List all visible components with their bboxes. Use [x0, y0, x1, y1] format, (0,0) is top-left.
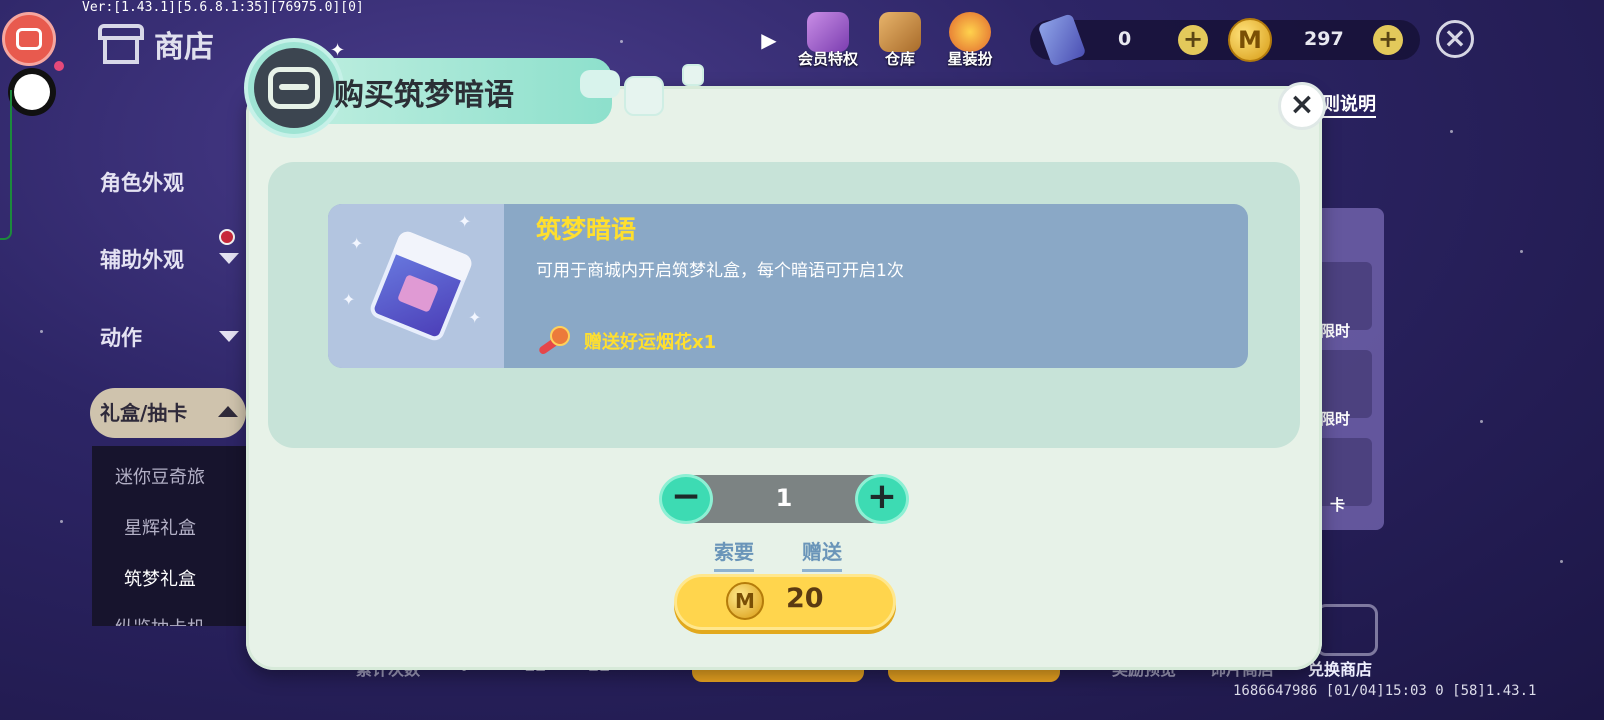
ticket-count: 0: [1118, 28, 1132, 50]
decrease-quantity-button[interactable]: −: [659, 474, 713, 524]
dream-whisper-ticket-icon: [367, 228, 475, 344]
decorative-block: [624, 76, 664, 116]
sparkle-icon: ✦: [468, 308, 482, 327]
rules-link[interactable]: 则说明: [1322, 90, 1376, 118]
exchange-shop-link[interactable]: 兑换商店: [1308, 656, 1372, 680]
shop-header: 商店: [98, 22, 214, 66]
bg-star: [60, 520, 63, 523]
item-card: ✦ ✦ ✦ ✦: [328, 204, 1248, 368]
item-thumbnail: ✦ ✦ ✦ ✦: [328, 204, 504, 368]
submenu-item[interactable]: 迷你豆奇旅: [115, 463, 205, 489]
version-text: Ver:[1.43.1][5.6.8.1:35][76975.0][0]: [82, 0, 364, 15]
bg-star: [1520, 250, 1523, 253]
draw-once-button[interactable]: [692, 668, 864, 682]
bg-star: [620, 40, 623, 43]
submenu-item[interactable]: 星辉礼盒: [124, 514, 196, 540]
add-coin-button[interactable]: +: [1373, 25, 1403, 55]
bg-star: [1450, 130, 1453, 133]
floating-assist-ball[interactable]: [14, 74, 50, 110]
reward-tile-label: 限时: [1320, 322, 1351, 340]
build-info-text: 1686647986 [01/04]15:03 0 [58]1.43.1: [1233, 683, 1537, 699]
dialog-title: 购买筑梦暗语: [334, 78, 514, 113]
shop-title: 商店: [154, 30, 214, 65]
reward-tile-label: 限时: [1320, 410, 1351, 428]
quantity-value[interactable]: 1: [760, 484, 808, 512]
menu-aux-appearance[interactable]: 辅助外观: [100, 244, 184, 274]
item-description: 可用于商城内开启筑梦礼盒，每个暗语可开启1次: [536, 261, 904, 281]
item-name: 筑梦暗语: [536, 215, 637, 244]
sparkle-icon: ✦: [330, 40, 346, 61]
menu-character-appearance[interactable]: 角色外观: [100, 167, 184, 197]
mascot-face-icon: [254, 48, 334, 128]
warehouse-label: 仓库: [884, 50, 915, 68]
warehouse-chest-icon: [879, 12, 921, 52]
gift-tab[interactable]: 赠送: [802, 536, 842, 572]
menu-actions[interactable]: 动作: [100, 322, 142, 352]
sparkle-icon: ✦: [350, 234, 364, 253]
currency-bar: [1030, 20, 1420, 60]
request-tab[interactable]: 索要: [714, 536, 754, 572]
play-arrow-icon[interactable]: ▶: [752, 22, 786, 58]
reward-tile-label: 卡: [1330, 496, 1346, 514]
star-outfit-button[interactable]: 星装扮: [930, 12, 1010, 69]
bg-star: [1480, 420, 1483, 423]
increase-quantity-button[interactable]: +: [855, 474, 909, 524]
vip-privilege-button[interactable]: 会员特权: [788, 12, 868, 69]
coin-count: 297: [1304, 28, 1344, 50]
chevron-down-icon: [219, 253, 239, 264]
firework-icon: [536, 326, 570, 356]
dialog-close-button[interactable]: ×: [1278, 82, 1326, 130]
dialog-avatar-badge: [244, 38, 344, 138]
shop-close-button[interactable]: ×: [1436, 20, 1474, 58]
star-outfit-label: 星装扮: [947, 50, 993, 68]
star-outfit-icon: [949, 12, 991, 52]
draw-ten-button[interactable]: [888, 668, 1060, 682]
vip-privilege-label: 会员特权: [797, 50, 858, 68]
sparkle-icon: ✦: [458, 212, 472, 231]
warehouse-button[interactable]: 仓库: [860, 12, 940, 69]
record-indicator-dot: [54, 61, 64, 71]
decorative-block: [682, 64, 704, 86]
chevron-up-icon: [218, 406, 238, 417]
video-camera-icon: [16, 28, 42, 50]
add-ticket-button[interactable]: +: [1178, 25, 1208, 55]
notification-dot: [219, 229, 235, 245]
gift-box-icon[interactable]: [1316, 604, 1378, 656]
bg-star: [40, 330, 43, 333]
price-value: 20: [786, 583, 824, 614]
buy-button[interactable]: [674, 574, 896, 630]
title-tab-decoration: [580, 70, 620, 98]
mini-coin-icon: M: [726, 582, 764, 620]
store-icon: [98, 24, 144, 64]
bonus-gift-text: 赠送好运烟花x1: [584, 332, 717, 353]
bonus-gift-line: 赠送好运烟花x1: [536, 326, 716, 356]
screen-record-button[interactable]: [2, 12, 56, 66]
chevron-down-icon: [219, 331, 239, 342]
bg-star: [1560, 560, 1563, 563]
vip-crown-icon: [807, 12, 849, 52]
mini-coin-icon: M: [1228, 18, 1272, 62]
left-edge-frame: [0, 90, 12, 240]
submenu-item-active[interactable]: 筑梦礼盒: [124, 565, 196, 591]
sparkle-icon: ✦: [342, 290, 356, 309]
submenu-item[interactable]: 纵览抽卡机: [115, 614, 205, 626]
